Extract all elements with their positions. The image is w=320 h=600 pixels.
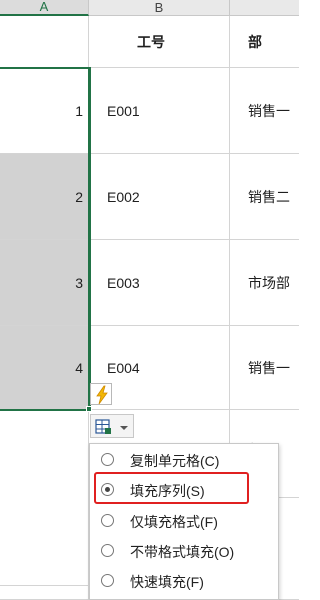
gridline <box>0 585 89 586</box>
highlight-box <box>94 472 249 504</box>
radio-button[interactable] <box>101 544 114 557</box>
autofill-options-menu: 复制单元格(C) 填充序列(S) 仅填充格式(F) 不带格式填充(O) 快速填充… <box>89 443 279 600</box>
column-header-a[interactable]: A <box>0 0 89 16</box>
fill-handle[interactable] <box>86 406 92 412</box>
selection-border <box>88 67 91 411</box>
dropdown-arrow-icon <box>120 426 128 430</box>
row-number-cell[interactable]: 2 <box>0 154 89 240</box>
header-cell-id[interactable]: 工号 <box>89 16 230 68</box>
row-number-cell[interactable]: 1 <box>0 68 89 154</box>
flash-fill-icon <box>96 385 108 405</box>
column-header-b[interactable]: B <box>89 0 230 16</box>
menu-item-copy-cells[interactable]: 复制单元格(C) <box>90 446 280 474</box>
selection-border-bottom <box>0 409 90 411</box>
dept-cell[interactable]: 市场部 <box>230 240 299 326</box>
menu-item-label: 仅填充格式(F) <box>130 514 218 530</box>
menu-item-label: 快速填充(F) <box>130 574 204 590</box>
row-number-cell[interactable]: 4 <box>0 326 89 410</box>
table-row: 3 E003 市场部 <box>0 240 299 326</box>
flash-fill-button[interactable] <box>90 383 112 405</box>
dept-cell[interactable]: 销售一 <box>230 326 299 410</box>
row-number-cell[interactable]: 3 <box>0 240 89 326</box>
menu-item-fill-formatting-only[interactable]: 仅填充格式(F) <box>90 507 280 535</box>
table-header-row: 工号 部 <box>0 16 299 68</box>
id-cell[interactable]: E003 <box>89 240 230 326</box>
menu-item-label: 复制单元格(C) <box>130 453 220 469</box>
table-row: 1 E001 销售一 <box>0 68 299 154</box>
autofill-options-button[interactable] <box>90 414 134 438</box>
menu-item-fill-without-formatting[interactable]: 不带格式填充(O) <box>90 537 280 565</box>
id-cell[interactable]: E001 <box>89 68 230 154</box>
table-row: 4 E004 销售一 <box>0 326 299 410</box>
selection-border-top <box>0 67 90 69</box>
dept-cell[interactable]: 销售一 <box>230 68 299 154</box>
menu-item-label: 不带格式填充(O) <box>130 544 235 560</box>
radio-button[interactable] <box>101 453 114 466</box>
radio-button[interactable] <box>101 574 114 587</box>
column-header-c[interactable] <box>230 0 299 16</box>
dept-cell[interactable]: 销售二 <box>230 154 299 240</box>
id-cell[interactable]: E002 <box>89 154 230 240</box>
table-row: 2 E002 销售二 <box>0 154 299 240</box>
header-cell-a[interactable] <box>0 16 89 68</box>
radio-button[interactable] <box>101 514 114 527</box>
empty-cell[interactable] <box>0 410 89 498</box>
header-cell-dept[interactable]: 部 <box>230 16 299 68</box>
menu-item-flash-fill[interactable]: 快速填充(F) <box>90 567 280 595</box>
